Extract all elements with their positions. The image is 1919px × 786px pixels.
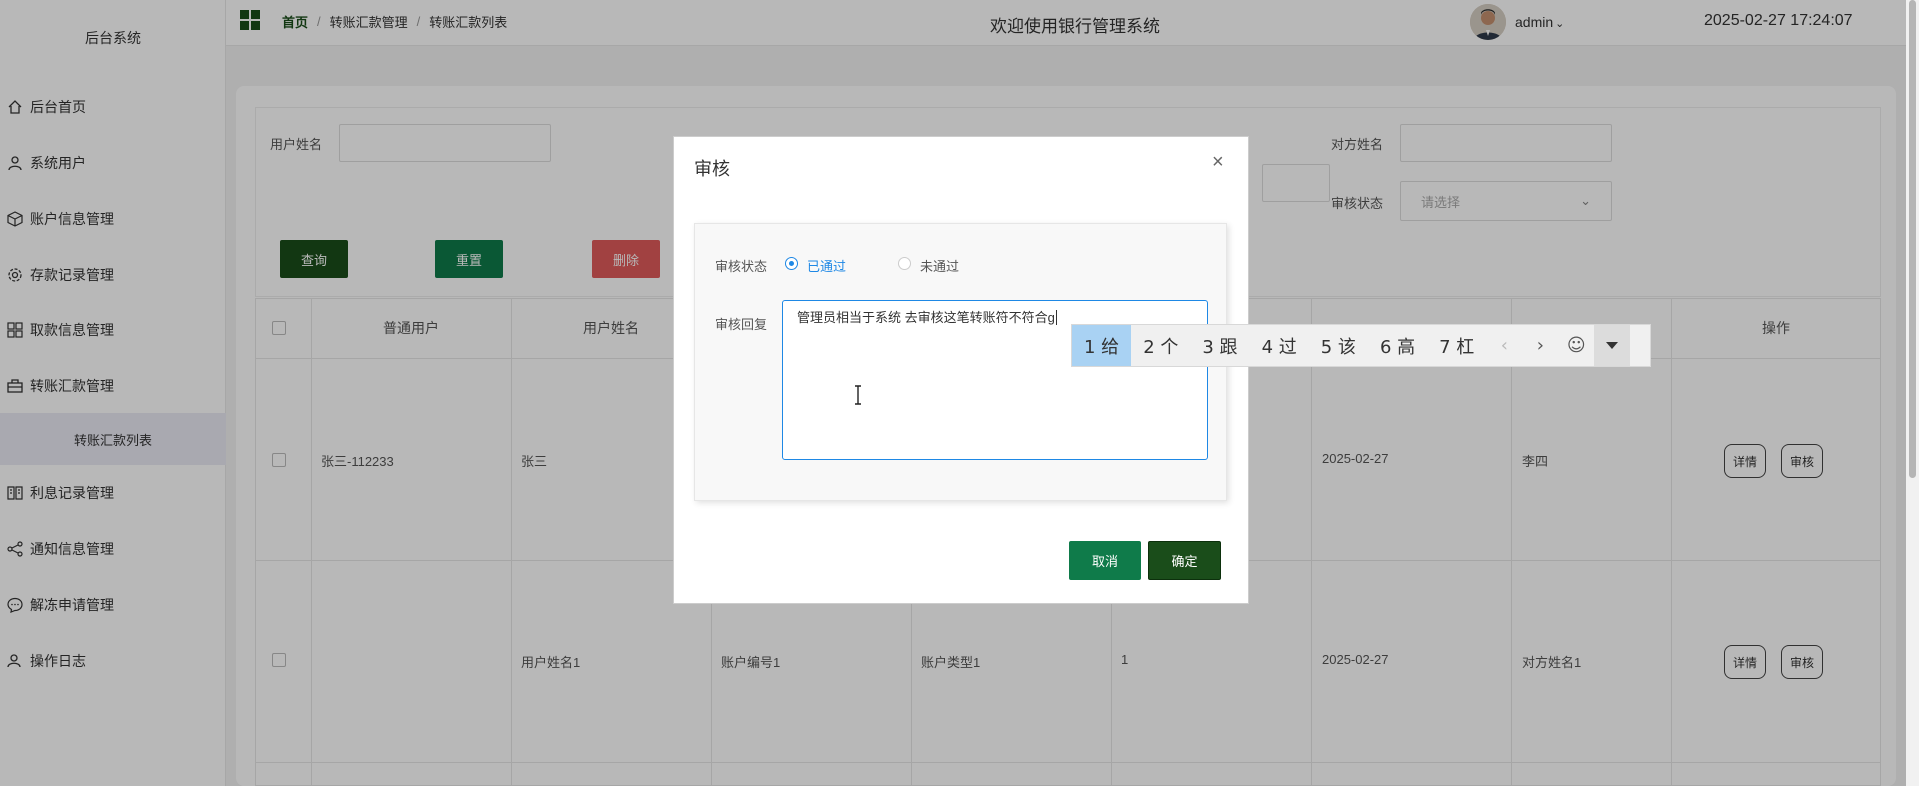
radio-approved-label[interactable]: 已通过 — [807, 256, 846, 275]
radio-approved[interactable] — [785, 257, 798, 270]
audit-status-label: 审核状态 — [715, 259, 768, 274]
emoji-icon[interactable]: ☺ — [1558, 325, 1594, 366]
chevron-right-icon[interactable]: › — [1522, 325, 1558, 366]
chevron-left-icon[interactable]: ‹ — [1486, 325, 1522, 366]
radio-rejected[interactable] — [898, 257, 911, 270]
confirm-button[interactable]: 确定 — [1148, 541, 1221, 580]
ime-candidate[interactable]: 6 高 — [1368, 325, 1427, 366]
close-icon[interactable]: × — [1212, 151, 1224, 174]
ime-candidate[interactable]: 4 过 — [1250, 325, 1309, 366]
ime-candidate[interactable]: 7 杠 — [1427, 325, 1486, 366]
scrollbar-thumb[interactable] — [1909, 0, 1916, 478]
ime-candidate-bar: 1 给 2 个 3 跟 4 过 5 该 6 高 7 杠 ‹ › ☺ — [1071, 324, 1651, 367]
ime-candidate[interactable]: 1 给 — [1072, 325, 1132, 366]
caret-down-icon[interactable] — [1594, 325, 1631, 366]
radio-rejected-label[interactable]: 未通过 — [920, 256, 959, 275]
page-scrollbar[interactable] — [1906, 0, 1919, 786]
cancel-button[interactable]: 取消 — [1069, 541, 1141, 580]
ime-candidate[interactable]: 5 该 — [1309, 325, 1368, 366]
textarea-value: 管理员相当于系统 去审核这笔转账符不符合g — [797, 310, 1055, 325]
text-cursor-icon — [852, 385, 864, 405]
ime-candidate[interactable]: 3 跟 — [1190, 325, 1249, 366]
ime-candidate[interactable]: 2 个 — [1131, 325, 1190, 366]
modal-title: 审核 — [694, 159, 730, 179]
audit-modal: 审核 × 审核状态 已通过 未通过 审核回复 管理员相当于系统 去审核这笔转账符… — [673, 136, 1249, 604]
audit-reply-label: 审核回复 — [715, 317, 768, 332]
